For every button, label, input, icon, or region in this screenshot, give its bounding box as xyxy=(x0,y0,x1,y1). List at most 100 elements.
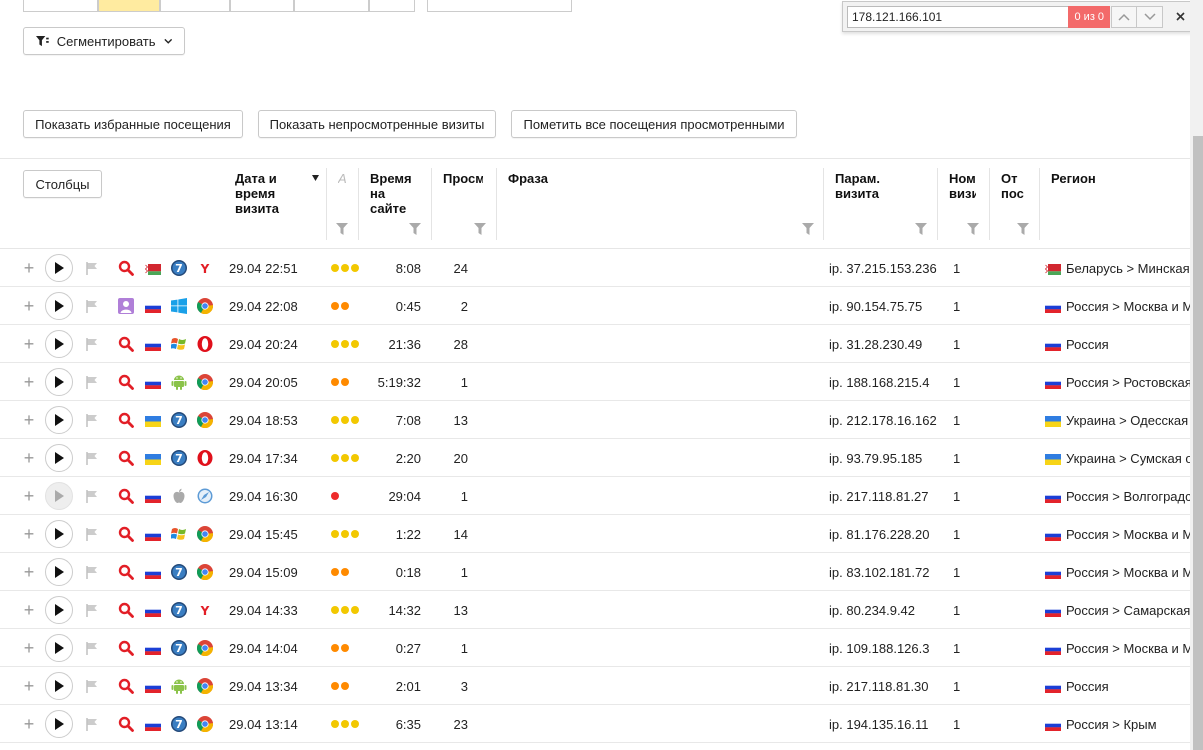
visit-row[interactable]: + 7 29.04 18:53 7:08 13 ip. 212.178.16.1… xyxy=(0,401,1195,439)
favorite-flag-icon[interactable] xyxy=(85,439,99,477)
column-header-phrase[interactable]: Фраза xyxy=(508,171,568,186)
column-header-from[interactable]: От пос xyxy=(1001,171,1025,201)
visit-params[interactable]: ip. 83.102.181.72 xyxy=(829,553,941,591)
show-unviewed-button[interactable]: Показать непросмотренные визиты xyxy=(258,110,496,138)
segment-button[interactable]: Сегментировать xyxy=(23,27,185,55)
period-tab[interactable] xyxy=(23,0,98,12)
column-header-params[interactable]: Парам. визита xyxy=(835,171,923,201)
find-next-button[interactable] xyxy=(1137,5,1164,28)
expand-icon[interactable]: + xyxy=(22,401,36,439)
visit-row[interactable]: + 29.04 20:05 5:19:32 1 ip. 188.168.215.… xyxy=(0,363,1192,401)
columns-button[interactable]: Столбцы xyxy=(23,170,102,198)
visit-row[interactable]: + 29.04 13:34 2:01 3 ip. 217.118.81.30 1… xyxy=(0,667,1190,705)
visit-params[interactable]: ip. 37.215.153.236 xyxy=(829,249,941,287)
play-visit-button[interactable] xyxy=(45,368,73,396)
visit-row[interactable]: + 7 29.04 15:09 0:18 1 ip. 83.102.181.72… xyxy=(0,553,1193,591)
visit-row[interactable]: + 7 Y 29.04 22:51 8:08 24 ip. 37.215.153… xyxy=(0,249,1195,287)
play-visit-button[interactable] xyxy=(45,596,73,624)
column-filter-icon[interactable] xyxy=(474,223,486,235)
expand-icon[interactable]: + xyxy=(22,477,36,515)
favorite-flag-icon[interactable] xyxy=(85,591,99,629)
visit-params[interactable]: ip. 31.28.230.49 xyxy=(829,325,941,363)
column-filter-icon[interactable] xyxy=(802,223,814,235)
visit-params[interactable]: ip. 188.168.215.4 xyxy=(829,363,941,401)
favorite-flag-icon[interactable] xyxy=(85,249,99,287)
visit-row[interactable]: + 7 29.04 17:34 2:20 20 ip. 93.79.95.185… xyxy=(0,439,1193,477)
column-header-region[interactable]: Регион xyxy=(1051,171,1151,186)
visit-params[interactable]: ip. 109.188.126.3 xyxy=(829,629,941,667)
find-previous-button[interactable] xyxy=(1111,5,1138,28)
play-visit-button[interactable] xyxy=(45,672,73,700)
favorite-flag-icon[interactable] xyxy=(85,287,99,325)
expand-icon[interactable]: + xyxy=(22,249,36,287)
favorite-flag-icon[interactable] xyxy=(85,705,99,743)
column-filter-icon[interactable] xyxy=(967,223,979,235)
visit-row[interactable]: + 7 29.04 14:04 0:27 1 ip. 109.188.126.3… xyxy=(0,629,1193,667)
period-tab[interactable] xyxy=(160,0,230,12)
visit-row[interactable]: + 29.04 16:30 29:04 1 ip. 217.118.81.27 … xyxy=(0,477,1195,515)
period-tab[interactable] xyxy=(369,0,415,12)
favorite-flag-icon[interactable] xyxy=(85,629,99,667)
find-match-count: 0 из 0 xyxy=(1068,5,1111,28)
mark-all-viewed-button[interactable]: Пометить все посещения просмотренными xyxy=(511,110,797,138)
play-visit-button[interactable] xyxy=(45,558,73,586)
visit-params[interactable]: ip. 217.118.81.27 xyxy=(829,477,941,515)
expand-icon[interactable]: + xyxy=(22,553,36,591)
visit-params[interactable]: ip. 194.135.16.11 xyxy=(829,705,941,743)
play-visit-button[interactable] xyxy=(45,482,73,510)
period-tab[interactable] xyxy=(230,0,294,12)
favorite-flag-icon[interactable] xyxy=(85,477,99,515)
column-filter-icon[interactable] xyxy=(915,223,927,235)
sort-desc-icon[interactable] xyxy=(312,175,319,181)
column-header-num[interactable]: Ном визи xyxy=(949,171,976,201)
play-visit-button[interactable] xyxy=(45,634,73,662)
play-visit-button[interactable] xyxy=(45,406,73,434)
play-visit-button[interactable] xyxy=(45,330,73,358)
favorite-flag-icon[interactable] xyxy=(85,401,99,439)
period-tab[interactable] xyxy=(294,0,369,12)
expand-icon[interactable]: + xyxy=(22,515,36,553)
expand-icon[interactable]: + xyxy=(22,629,36,667)
find-input[interactable]: 178.121.166.101 xyxy=(847,5,1069,28)
expand-icon[interactable]: + xyxy=(22,591,36,629)
column-filter-icon[interactable] xyxy=(409,223,421,235)
date-range-picker[interactable] xyxy=(427,0,572,12)
period-tab-active[interactable] xyxy=(98,0,160,12)
show-favorites-button[interactable]: Показать избранные посещения xyxy=(23,110,243,138)
column-header-a[interactable]: А xyxy=(338,171,346,186)
favorite-flag-icon[interactable] xyxy=(85,515,99,553)
visit-row[interactable]: + 7 Y 29.04 14:33 14:32 13 ip. 80.234.9.… xyxy=(0,591,1190,629)
expand-icon[interactable]: + xyxy=(22,705,36,743)
visit-params[interactable]: ip. 93.79.95.185 xyxy=(829,439,941,477)
play-visit-button[interactable] xyxy=(45,710,73,738)
favorite-flag-icon[interactable] xyxy=(85,667,99,705)
play-visit-button[interactable] xyxy=(45,520,73,548)
visit-row[interactable]: + 29.04 20:24 21:36 28 ip. 31.28.230.49 … xyxy=(0,325,1190,363)
visit-params[interactable]: ip. 80.234.9.42 xyxy=(829,591,941,629)
visit-params[interactable]: ip. 217.118.81.30 xyxy=(829,667,941,705)
favorite-flag-icon[interactable] xyxy=(85,325,99,363)
expand-icon[interactable]: + xyxy=(22,363,36,401)
scrollbar-thumb[interactable] xyxy=(1193,136,1203,750)
find-close-button[interactable] xyxy=(1169,12,1191,21)
visit-params[interactable]: ip. 81.176.228.20 xyxy=(829,515,941,553)
visit-params[interactable]: ip. 90.154.75.75 xyxy=(829,287,941,325)
column-header-date[interactable]: Дата и время визита xyxy=(235,171,305,216)
visit-row[interactable]: + 29.04 15:45 1:22 14 ip. 81.176.228.20 … xyxy=(0,515,1193,553)
favorite-flag-icon[interactable] xyxy=(85,363,99,401)
play-visit-button[interactable] xyxy=(45,254,73,282)
visit-row[interactable]: + 7 29.04 13:14 6:35 23 ip. 194.135.16.1… xyxy=(0,705,1190,743)
expand-icon[interactable]: + xyxy=(22,667,36,705)
play-visit-button[interactable] xyxy=(45,292,73,320)
play-visit-button[interactable] xyxy=(45,444,73,472)
expand-icon[interactable]: + xyxy=(22,439,36,477)
expand-icon[interactable]: + xyxy=(22,287,36,325)
favorite-flag-icon[interactable] xyxy=(85,553,99,591)
visit-params[interactable]: ip. 212.178.16.162 xyxy=(829,401,941,439)
column-header-time[interactable]: Время на сайте xyxy=(370,171,420,216)
column-header-views[interactable]: Просм xyxy=(443,171,483,186)
column-filter-icon[interactable] xyxy=(1017,223,1029,235)
visit-row[interactable]: + 29.04 22:08 0:45 2 ip. 90.154.75.75 1 … xyxy=(0,287,1193,325)
expand-icon[interactable]: + xyxy=(22,325,36,363)
column-filter-icon[interactable] xyxy=(336,223,348,235)
